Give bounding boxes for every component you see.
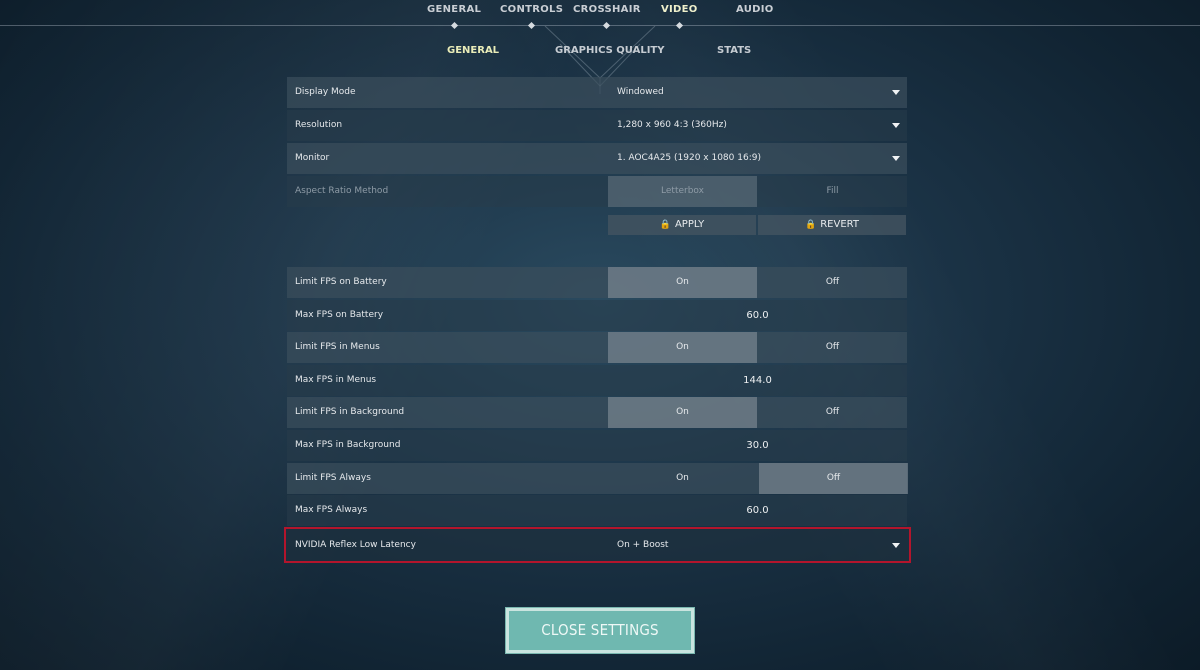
dropdown-value: Windowed [617,87,664,97]
tab-crosshair[interactable]: CROSSHAIR [573,4,641,30]
setting-label: Max FPS in Background [295,440,401,450]
caret-down-icon [892,543,900,548]
limit-fps-battery-on[interactable]: On [608,267,757,298]
max-fps-always-input[interactable]: 60.0 [608,495,907,526]
diamond-icon [528,21,536,30]
lock-icon: 🔒 [805,220,817,230]
max-fps-battery-input[interactable]: 60.0 [608,300,907,331]
tab-video[interactable]: VIDEO [661,4,698,30]
dropdown-value: 1,280 x 960 4:3 (360Hz) [617,120,727,130]
apply-button[interactable]: 🔒 APPLY [608,215,756,235]
setting-row-limit-fps-background: Limit FPS in Background On Off [287,397,907,428]
tab-controls[interactable]: CONTROLS [500,4,564,30]
apply-label: APPLY [674,219,705,230]
setting-row-nvidia-reflex: NVIDIA Reflex Low Latency On + Boost [287,530,907,561]
limit-fps-background-off[interactable]: Off [758,397,907,428]
setting-row-limit-fps-battery: Limit FPS on Battery On Off [287,267,907,298]
limit-fps-always-off[interactable]: Off [759,463,908,494]
diamond-icon [450,21,458,30]
top-nav: GENERAL CONTROLS CROSSHAIR VIDEO AUDIO [0,0,1200,30]
caret-down-icon [892,156,900,161]
subtab-stats[interactable]: STATS [717,45,751,56]
revert-button[interactable]: 🔒 REVERT [758,215,906,235]
setting-label: Resolution [295,120,343,130]
close-settings-button[interactable]: CLOSE SETTINGS [505,607,695,654]
diamond-icon [603,21,611,30]
tab-label: CONTROLS [500,4,564,15]
limit-fps-background-on[interactable]: On [608,397,757,428]
setting-label: Max FPS Always [295,505,368,515]
setting-label: Limit FPS in Background [295,407,405,417]
display-mode-dropdown[interactable]: Windowed [608,77,907,108]
setting-label: NVIDIA Reflex Low Latency [295,540,416,550]
limit-fps-menus-off[interactable]: Off [758,332,907,363]
setting-row-max-fps-menus: Max FPS in Menus 144.0 [287,365,907,396]
setting-label: Max FPS on Battery [295,310,384,320]
subtab-general[interactable]: GENERAL [447,45,499,56]
top-nav-divider [0,25,1200,26]
setting-label: Aspect Ratio Method [295,186,389,196]
setting-row-max-fps-background: Max FPS in Background 30.0 [287,430,907,461]
limit-fps-menus-on[interactable]: On [608,332,757,363]
diamond-icon [675,21,683,30]
setting-row-max-fps-battery: Max FPS on Battery 60.0 [287,300,907,331]
tab-label: CROSSHAIR [573,4,641,15]
lock-icon: 🔒 [659,220,671,230]
tab-label: GENERAL [427,4,482,15]
setting-row-limit-fps-always: Limit FPS Always On Off [287,463,908,494]
dropdown-value: On + Boost [617,540,669,550]
tab-audio[interactable]: AUDIO [736,4,774,15]
setting-row-resolution: Resolution 1,280 x 960 4:3 (360Hz) [287,110,907,141]
subtab-graphics-quality[interactable]: GRAPHICS QUALITY [555,45,664,56]
setting-row-aspect-ratio: Aspect Ratio Method Letterbox Fill [287,176,907,207]
max-fps-menus-input[interactable]: 144.0 [608,365,907,396]
revert-label: REVERT [820,219,859,230]
dropdown-value: 1. AOC4A25 (1920 x 1080 16:9) [617,153,761,163]
caret-down-icon [892,123,900,128]
setting-label: Limit FPS in Menus [295,342,380,352]
tab-label: AUDIO [736,4,774,15]
setting-label: Monitor [295,153,330,163]
tab-label: VIDEO [661,4,698,15]
max-fps-background-input[interactable]: 30.0 [608,430,907,461]
tab-general[interactable]: GENERAL [427,4,482,30]
aspect-letterbox-option[interactable]: Letterbox [608,176,757,207]
setting-row-display-mode: Display Mode Windowed [287,77,907,108]
setting-label: Max FPS in Menus [295,375,377,385]
caret-down-icon [892,90,900,95]
setting-label: Limit FPS Always [295,473,371,483]
nvidia-reflex-dropdown[interactable]: On + Boost [608,530,907,561]
aspect-fill-option[interactable]: Fill [758,176,907,207]
limit-fps-always-on[interactable]: On [608,463,757,494]
nvidia-reflex-highlight: NVIDIA Reflex Low Latency On + Boost [284,527,911,563]
setting-row-limit-fps-menus: Limit FPS in Menus On Off [287,332,907,363]
setting-row-max-fps-always: Max FPS Always 60.0 [287,495,907,526]
resolution-dropdown[interactable]: 1,280 x 960 4:3 (360Hz) [608,110,907,141]
monitor-dropdown[interactable]: 1. AOC4A25 (1920 x 1080 16:9) [608,143,907,174]
setting-label: Limit FPS on Battery [295,277,387,287]
limit-fps-battery-off[interactable]: Off [758,267,907,298]
setting-label: Display Mode [295,87,356,97]
setting-row-monitor: Monitor 1. AOC4A25 (1920 x 1080 16:9) [287,143,907,174]
